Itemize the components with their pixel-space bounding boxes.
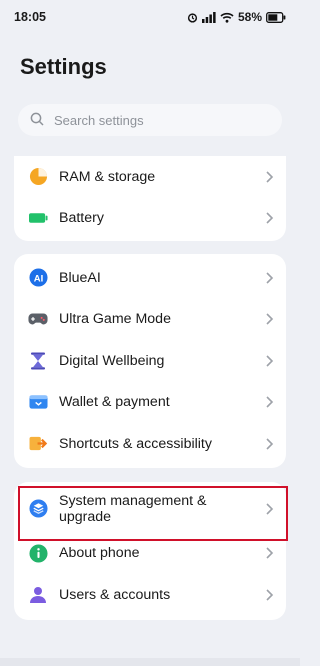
search-bar[interactable]: Search settings <box>18 104 282 136</box>
chevron-right-icon <box>262 211 276 225</box>
chevron-right-icon <box>262 588 276 602</box>
chevron-right-icon <box>262 354 276 368</box>
info-icon <box>28 543 48 563</box>
signal-icon <box>201 11 216 23</box>
status-time: 18:05 <box>14 10 46 24</box>
gamepad-icon <box>28 309 48 329</box>
wifi-icon <box>220 12 234 23</box>
settings-item-label: Wallet & payment <box>59 394 170 411</box>
battery-status-icon <box>266 11 286 23</box>
settings-item-label: Shortcuts & accessibility <box>59 435 212 452</box>
settings-group-2: AI BlueAI Ultra Game Mode Digital Wellbe… <box>14 254 286 468</box>
hourglass-icon <box>28 351 48 371</box>
settings-item-label: Users & accounts <box>59 586 171 603</box>
highlight-box <box>18 486 288 541</box>
settings-item-users-accounts[interactable]: Users & accounts <box>14 574 286 616</box>
battery-icon <box>28 208 48 228</box>
wallet-icon <box>28 392 48 412</box>
settings-item-label: RAM & storage <box>59 168 156 185</box>
status-bar: 18:05 58% <box>0 0 300 34</box>
page-title: Settings <box>20 54 107 79</box>
settings-item-label: Digital Wellbeing <box>59 352 165 369</box>
chevron-right-icon <box>262 312 276 326</box>
pie-chart-icon <box>28 167 48 187</box>
shortcut-icon <box>28 434 48 454</box>
settings-item-ultra-game-mode[interactable]: Ultra Game Mode <box>14 299 286 341</box>
chevron-right-icon <box>262 395 276 409</box>
settings-item-digital-wellbeing[interactable]: Digital Wellbeing <box>14 340 286 382</box>
chevron-right-icon <box>262 271 276 285</box>
ai-icon: AI <box>28 268 48 288</box>
chevron-right-icon <box>262 437 276 451</box>
settings-group-1: RAM & storage Battery <box>14 156 286 241</box>
alarm-icon <box>187 12 198 23</box>
settings-item-label: About phone <box>59 545 140 562</box>
user-icon <box>28 585 48 605</box>
battery-level: 58% <box>237 10 262 24</box>
settings-item-ram-storage[interactable]: RAM & storage <box>14 156 286 198</box>
settings-item-wallet-payment[interactable]: Wallet & payment <box>14 382 286 424</box>
settings-item-shortcuts-accessibility[interactable]: Shortcuts & accessibility <box>14 423 286 465</box>
search-input[interactable]: Search settings <box>54 113 144 128</box>
settings-item-battery[interactable]: Battery <box>14 198 286 240</box>
next-group-edge <box>0 658 300 666</box>
search-icon <box>30 112 44 129</box>
chevron-right-icon <box>262 546 276 560</box>
svg-text:AI: AI <box>33 274 43 285</box>
settings-item-blueai[interactable]: AI BlueAI <box>14 257 286 299</box>
settings-item-label: Ultra Game Mode <box>59 311 171 328</box>
settings-item-label: BlueAI <box>59 269 101 286</box>
chevron-right-icon <box>262 170 276 184</box>
settings-item-label: Battery <box>59 210 104 227</box>
